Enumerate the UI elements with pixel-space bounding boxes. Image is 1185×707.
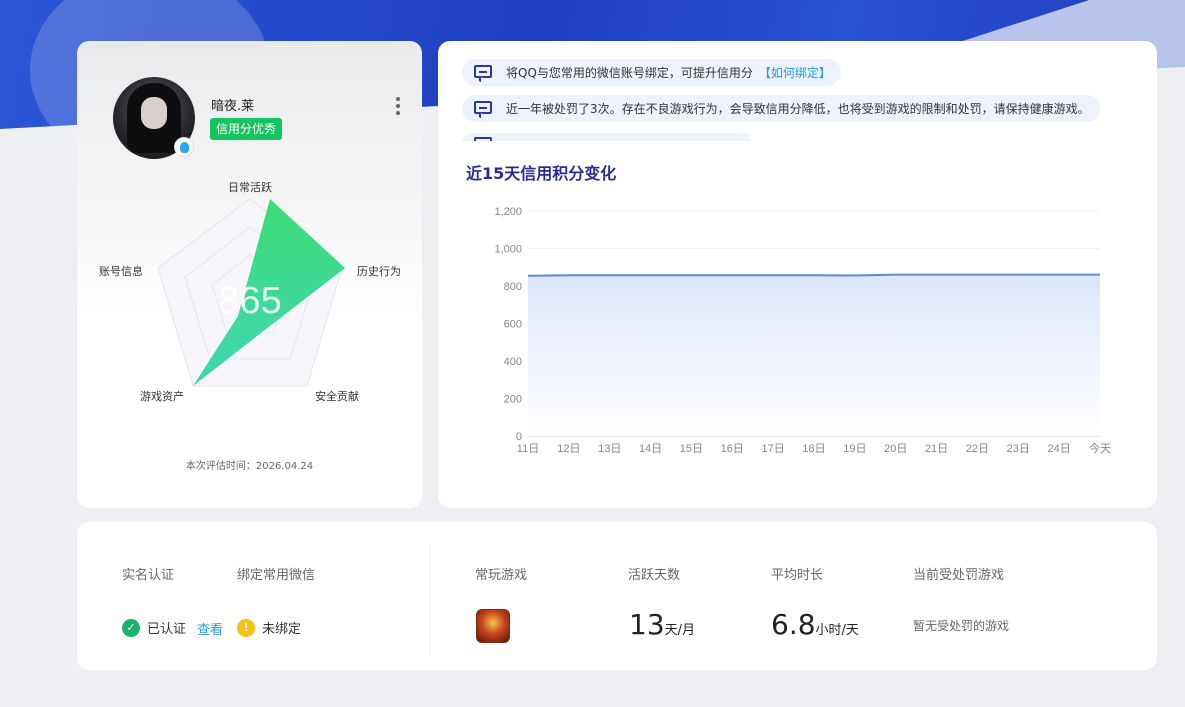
- notice-partial-clipped: [462, 133, 762, 141]
- punish-label: 当前受处罚游戏: [913, 568, 1005, 583]
- wechat-status: ! 未绑定: [237, 618, 301, 637]
- check-icon: ✓: [122, 618, 140, 637]
- series-line: [527, 273, 1100, 277]
- real-name-status: ✓ 已认证: [122, 618, 186, 637]
- avg-time-unit: 小时/天: [815, 623, 859, 638]
- y-tick-label: 1,200: [494, 206, 522, 218]
- notice-text: 近一年被处罚了3次。存在不良游戏行为，会导致信用分降低，也将受到游戏的限制和处罚…: [506, 102, 1090, 116]
- avatar-face: [141, 97, 167, 129]
- message-icon: [472, 64, 494, 81]
- credit-chart-card: 将QQ与您常用的微信账号绑定，可提升信用分 【如何绑定】 近一年被处罚了3次。存…: [438, 41, 1157, 508]
- y-tick-label: 200: [504, 394, 522, 406]
- y-tick-label: 0: [516, 431, 522, 443]
- real-name-label: 实名认证: [122, 568, 175, 583]
- notice-bind-wechat: 将QQ与您常用的微信账号绑定，可提升信用分 【如何绑定】: [462, 59, 841, 86]
- credit-score: 865: [218, 280, 281, 322]
- x-tick-label: 21日: [925, 443, 948, 455]
- active-days-label: 活跃天数: [628, 568, 681, 583]
- avg-time-label: 平均时长: [771, 568, 824, 583]
- x-tick-label: 16日: [721, 443, 744, 455]
- radar-label-assets: 游戏资产: [140, 389, 184, 403]
- game-icon[interactable]: [476, 609, 510, 643]
- divider: [429, 544, 430, 656]
- wechat-status-text: 未绑定: [262, 622, 302, 637]
- message-icon: [472, 100, 494, 117]
- message-icon: [472, 136, 494, 141]
- credit-level-badge: 信用分优秀: [210, 118, 283, 140]
- x-tick-label: 23日: [1007, 443, 1030, 455]
- x-tick-label: 14日: [639, 443, 662, 455]
- avg-time-value: 6.8小时/天: [771, 608, 859, 641]
- how-to-bind-link[interactable]: 【如何绑定】: [759, 64, 831, 81]
- game-label: 常玩游戏: [475, 568, 528, 583]
- profile-card: 暗夜.莱 信用分优秀 865 日常活跃 历史行为 安全贡献 游戏资产 账号信息 …: [77, 41, 422, 508]
- x-tick-label: 12日: [557, 443, 580, 455]
- x-tick-label: 17日: [762, 443, 785, 455]
- punish-value: 暂无受处罚的游戏: [913, 619, 1010, 633]
- active-days-value: 13天/月: [629, 608, 695, 641]
- notice-penalty: 近一年被处罚了3次。存在不良游戏行为，会导致信用分降低，也将受到游戏的限制和处罚…: [462, 95, 1100, 122]
- more-menu-icon[interactable]: [393, 97, 403, 117]
- x-tick-label: 24日: [1048, 443, 1071, 455]
- x-tick-label: 15日: [680, 443, 703, 455]
- series-area: [528, 274, 1100, 436]
- active-days-number: 13: [629, 608, 665, 641]
- avg-time-number: 6.8: [771, 608, 816, 641]
- active-days-unit: 天/月: [664, 623, 696, 638]
- credit-radar-chart: 865 日常活跃 历史行为 安全贡献 游戏资产 账号信息: [99, 180, 401, 403]
- warning-icon: !: [237, 618, 255, 637]
- view-link[interactable]: 查看: [197, 619, 223, 638]
- x-tick-label: 13日: [598, 443, 621, 455]
- qq-penguin-icon: [174, 137, 194, 157]
- radar-label-daily: 日常活跃: [228, 180, 272, 194]
- credit-score-line-chart: 0 200 400 600 800 1,000 1,200 11日 12日 13日 14日 15日 1…: [494, 206, 1111, 455]
- x-tick-label: 22日: [966, 443, 989, 455]
- radar-label-history: 历史行为: [357, 265, 401, 278]
- x-tick-label: 18日: [802, 443, 825, 455]
- evaluation-time: 本次评估时间：2026.04.24: [185, 461, 314, 472]
- x-tick-label: 20日: [884, 443, 907, 455]
- wechat-label: 绑定常用微信: [237, 568, 316, 583]
- chart-title: 近15天信用积分变化: [466, 164, 617, 183]
- y-tick-label: 600: [504, 319, 522, 331]
- y-tick-label: 800: [504, 281, 522, 293]
- real-name-status-text: 已认证: [147, 622, 187, 637]
- nickname: 暗夜.莱: [211, 99, 255, 114]
- radar-label-security: 安全贡献: [315, 389, 359, 403]
- account-info-card: 实名认证 绑定常用微信 ✓ 已认证 查看 ! 未绑定 常玩游戏 活跃天数 平均时…: [77, 522, 1157, 670]
- notice-text: 将QQ与您常用的微信账号绑定，可提升信用分: [506, 66, 753, 80]
- radar-label-account: 账号信息: [99, 264, 143, 278]
- y-tick-label: 400: [504, 356, 522, 368]
- x-tick-label: 19日: [843, 443, 866, 455]
- x-tick-label: 11日: [517, 443, 539, 455]
- y-tick-label: 1,000: [494, 244, 522, 256]
- x-tick-label: 今天: [1089, 441, 1111, 455]
